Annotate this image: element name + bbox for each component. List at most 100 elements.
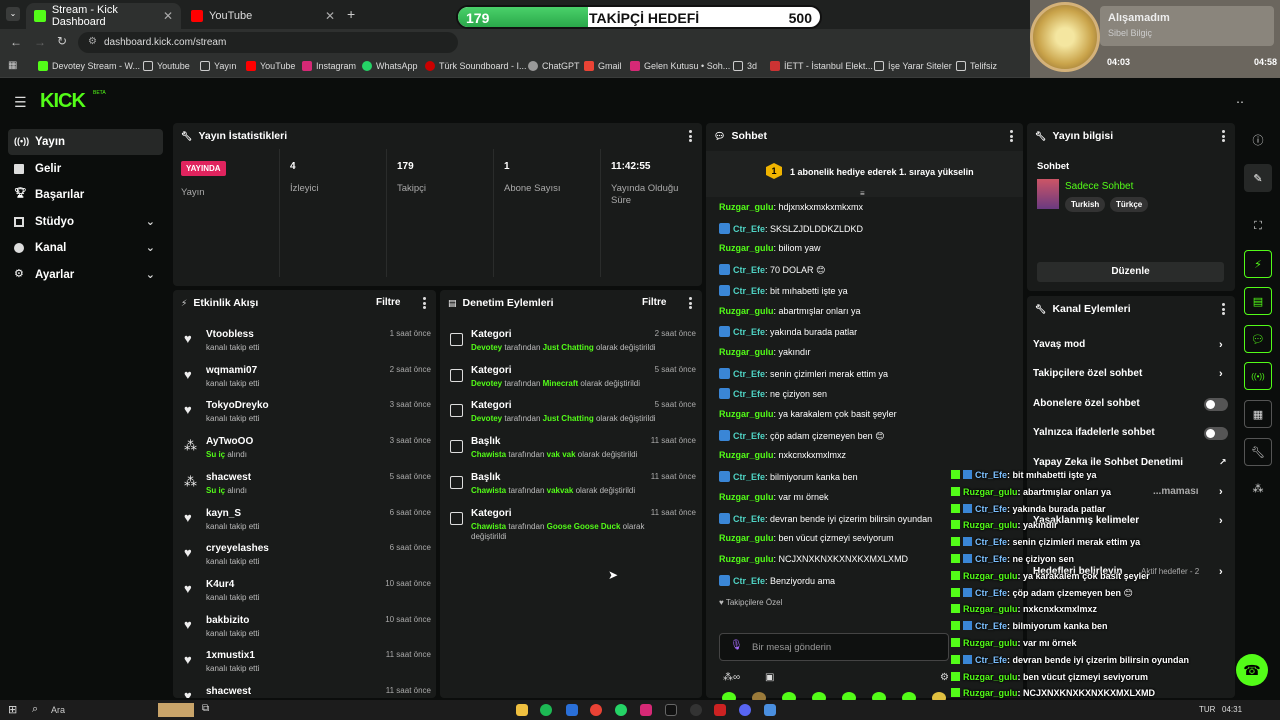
bookmark[interactable]: Gmail — [584, 61, 622, 71]
chat-message[interactable]: Ruzgar_gulu: biliom yaw — [719, 243, 821, 253]
more-options-icon[interactable] — [1010, 130, 1013, 142]
clock[interactable]: 04:31 — [1222, 705, 1242, 714]
activity-row[interactable]: ♥ shacwest 11 saat önce — [181, 686, 431, 698]
chat-message[interactable]: Ctr_Efe: bit mıhabetti işte ya — [719, 284, 848, 296]
tab-youtube[interactable]: YouTube ✕ — [183, 3, 343, 29]
filter-lines-icon[interactable]: ≡ — [860, 189, 865, 198]
activity-user[interactable]: AyTwoOO — [206, 436, 253, 447]
shop-icon[interactable]: ▣ — [765, 672, 774, 683]
activity-user[interactable]: Vtoobless — [206, 329, 254, 340]
collapse-icon[interactable]: ‥ — [1236, 92, 1244, 106]
bookmark[interactable]: Türk Soundboard - I... — [425, 61, 527, 71]
microphone-icon[interactable]: 🎙︎ — [730, 640, 743, 651]
discord-icon[interactable] — [739, 704, 751, 716]
chat-message[interactable]: Ruzgar_gulu: var mı örnek — [719, 492, 829, 502]
bookmark[interactable]: ChatGPT — [528, 61, 580, 71]
chat-username[interactable]: Ctr_Efe — [733, 224, 765, 234]
chat-message[interactable]: Ruzgar_gulu: NCJXNXKNXKXNXKXMXLXMD — [719, 554, 908, 564]
activity-user[interactable]: K4ur4 — [206, 579, 234, 590]
chat-message[interactable]: Ruzgar_gulu: ya karakalem çok basit şeyl… — [719, 409, 897, 419]
sidebar-item-kanal[interactable]: Kanal ⌄ — [8, 235, 163, 261]
site-info-icon[interactable]: ⚙ — [88, 36, 97, 47]
chevron-down-icon[interactable]: ⌄ — [146, 268, 155, 281]
apps-icon[interactable]: ⁂ — [1244, 474, 1272, 502]
chat-username[interactable]: Ruzgar_gulu — [719, 533, 774, 543]
action-followers-only[interactable]: Takipçilere özel sohbet › — [1033, 368, 1223, 380]
sidebar-item-gelir[interactable]: Gelir — [8, 156, 163, 182]
activity-row[interactable]: ♥ kayn_S kanalı takip etti 6 saat önce — [181, 508, 431, 544]
clipboard-icon[interactable]: ▤ — [1244, 287, 1272, 315]
info-icon[interactable]: ⓘ — [1244, 126, 1272, 154]
close-icon[interactable]: ✕ — [325, 9, 335, 23]
chat-username[interactable]: Ctr_Efe — [733, 472, 765, 482]
activity-row[interactable]: ♥ cryeyelashes kanalı takip etti 6 saat … — [181, 543, 431, 579]
more-options-icon[interactable] — [1222, 303, 1225, 315]
fullscreen-icon[interactable]: ⛶ — [1244, 212, 1272, 240]
hamburger-menu-icon[interactable]: ☰ — [14, 94, 27, 111]
action-slow-mode[interactable]: Yavaş mod › — [1033, 339, 1223, 351]
help-chat-button[interactable]: ☎ — [1236, 654, 1268, 686]
activity-user[interactable]: cryeyelashes — [206, 543, 269, 554]
chat-username[interactable]: Ctr_Efe — [733, 389, 765, 399]
url-field[interactable]: ⚙ dashboard.kick.com/stream — [78, 32, 458, 53]
bolt-icon[interactable]: ⚡︎ — [1244, 250, 1272, 278]
activity-row[interactable]: ♥ 1xmustix1 kanalı takip etti 11 saat ön… — [181, 650, 431, 686]
app-icon[interactable] — [764, 704, 776, 716]
sidebar-item-studyo[interactable]: Stüdyo ⌄ — [8, 209, 163, 235]
more-options-icon[interactable] — [689, 297, 692, 309]
chat-message[interactable]: Ruzgar_gulu: hdjxnxkxmxkxmkxmx — [719, 202, 863, 212]
category-link[interactable]: Sadece Sohbet — [1065, 181, 1133, 192]
chat-message[interactable]: Ruzgar_gulu: ben vücut çizmeyi seviyorum — [719, 533, 894, 543]
layers-icon[interactable]: ▦ — [1244, 400, 1272, 428]
tab-search-button[interactable]: ⌄ — [6, 7, 20, 21]
instagram-icon[interactable] — [640, 704, 652, 716]
chat-username[interactable]: Ruzgar_gulu — [719, 450, 774, 460]
activity-user[interactable]: shacwest — [206, 686, 251, 697]
bookmark[interactable]: Yayın — [200, 61, 236, 71]
chat-message[interactable]: Ctr_Efe: devran bende iyi çizerim bilirs… — [719, 512, 932, 524]
activity-row[interactable]: ♥ wqmami07 kanalı takip etti 2 saat önce — [181, 365, 431, 401]
more-options-icon[interactable] — [689, 130, 692, 142]
activity-row[interactable]: ⁂ shacwest Su iç alındı 5 saat önce — [181, 472, 431, 508]
kick-logo[interactable]: KICK — [40, 90, 86, 113]
more-options-icon[interactable] — [423, 297, 426, 309]
new-tab-button[interactable]: + — [347, 6, 355, 22]
chat-username[interactable]: Ruzgar_gulu — [719, 347, 774, 357]
chat-message[interactable]: Ctr_Efe: çöp adam çizemeyen ben 😊 — [719, 429, 884, 442]
whatsapp-icon[interactable] — [615, 704, 627, 716]
sidebar-item-basarilar[interactable]: 🏆︎ Başarılar — [8, 182, 163, 208]
activity-user[interactable]: bakbizito — [206, 615, 249, 626]
language-indicator[interactable]: TUR — [1199, 705, 1215, 714]
chat-username[interactable]: Ctr_Efe — [733, 431, 765, 441]
chat-username[interactable]: Ruzgar_gulu — [719, 492, 774, 502]
bookmark[interactable]: WhatsApp — [362, 61, 418, 71]
points-icon[interactable]: ⁂∞ — [723, 672, 740, 683]
activity-row[interactable]: ♥ bakbizito kanalı takip etti 10 saat ön… — [181, 615, 431, 651]
bookmark[interactable]: İşe Yarar Siteler — [874, 61, 952, 71]
bookmark[interactable]: Devotey Stream - W... — [38, 61, 140, 71]
chat-message[interactable]: Ctr_Efe: senin çizimleri merak ettim ya — [719, 367, 888, 379]
sidebar-item-ayarlar[interactable]: ⚙ Ayarlar ⌄ — [8, 262, 163, 288]
subs-only-toggle[interactable] — [1204, 398, 1228, 411]
weather-widget[interactable] — [158, 703, 194, 717]
sidebar-item-yayin[interactable]: ((•)) Yayın — [8, 129, 163, 155]
bookmark[interactable]: Telifsiz — [956, 61, 997, 71]
search-icon[interactable]: ⌕ — [32, 703, 38, 716]
chat-icon[interactable]: 💬︎ — [1244, 325, 1272, 353]
chat-username[interactable]: Ctr_Efe — [733, 286, 765, 296]
apps-grid-icon[interactable]: ▦ — [8, 60, 17, 71]
activity-user[interactable]: kayn_S — [206, 508, 241, 519]
chat-username[interactable]: Ruzgar_gulu — [719, 202, 774, 212]
chat-username[interactable]: Ctr_Efe — [733, 265, 765, 275]
chat-message[interactable]: Ctr_Efe: SKSLZJDLDDKZLDKD — [719, 222, 863, 234]
bookmark[interactable]: YouTube — [246, 61, 295, 71]
chat-message[interactable]: Ctr_Efe: yakında burada patlar — [719, 326, 857, 338]
bookmark[interactable]: İETT - İstanbul Elekt... — [770, 61, 873, 71]
chat-username[interactable]: Ctr_Efe — [733, 576, 765, 586]
emote-only-toggle[interactable] — [1204, 427, 1228, 440]
tag[interactable]: Turkish — [1065, 197, 1106, 212]
activity-row[interactable]: ♥ TokyoDreyko kanalı takip etti 3 saat ö… — [181, 400, 431, 436]
tab-kick-dashboard[interactable]: Stream - Kick Dashboard ✕ — [26, 3, 181, 29]
wrench-icon[interactable]: 🔧︎ — [1244, 438, 1272, 466]
tag[interactable]: Türkçe — [1110, 197, 1149, 212]
